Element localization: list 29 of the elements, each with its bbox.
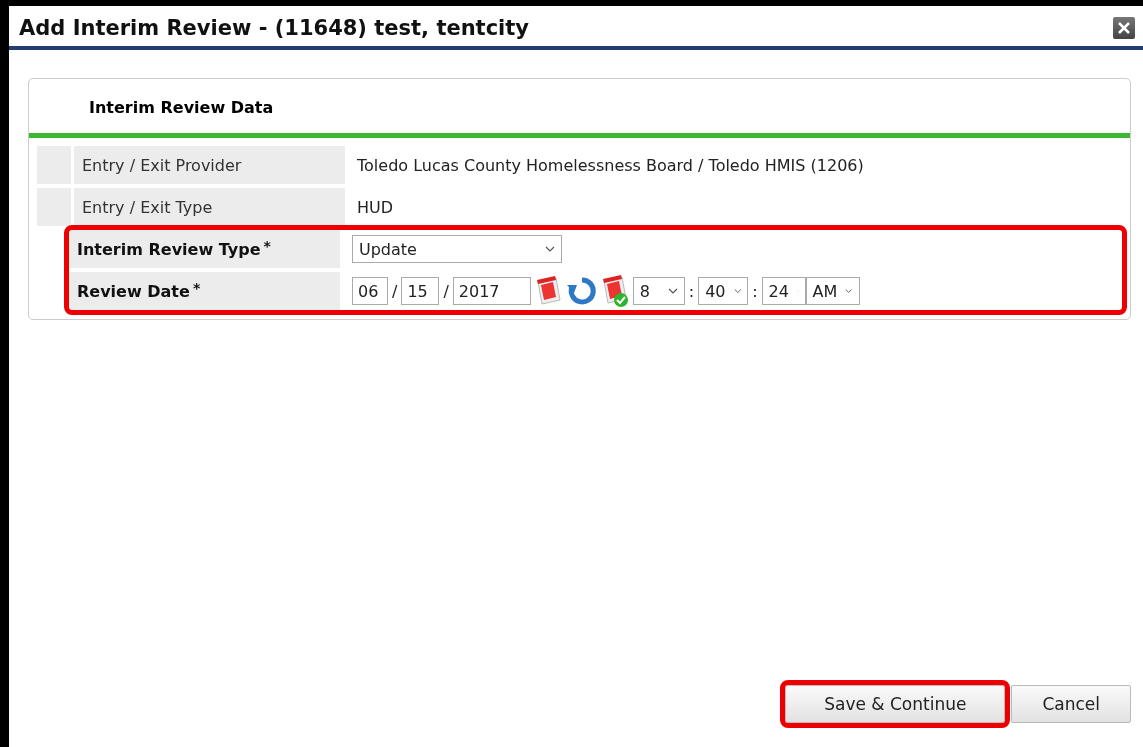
time-separator: : [688,281,695,301]
row-gutter [37,188,71,226]
close-button[interactable] [1113,17,1135,39]
calendar-icon[interactable] [534,276,563,306]
date-separator: / [443,281,449,301]
calendar-check-icon[interactable] [600,275,629,307]
minute-dropdown[interactable]: 40 [698,277,749,305]
second-dropdown[interactable]: 24 [761,277,806,305]
required-mark: * [263,238,271,254]
ampm-dropdown[interactable]: AM [805,277,860,305]
close-icon [1118,22,1130,34]
label-text: Entry / Exit Type [82,197,213,217]
field-value: HUD [357,197,394,217]
label-text: Review Date [77,281,190,301]
date-separator: / [392,281,398,301]
day-field[interactable]: 15 [401,277,440,305]
required-mark: * [192,280,201,296]
type-dropdown[interactable]: Update [352,235,562,263]
time-separator: : [752,281,758,301]
label-text: Interim Review Type [77,239,261,259]
refresh-icon[interactable] [566,276,597,306]
year-field[interactable]: 2017 [452,277,531,305]
section-title: Interim Review Data [29,79,1130,138]
cancel-button[interactable]: Cancel [1011,685,1131,723]
window-title: Add Interim Review - (11648) test, tentcity [19,16,530,40]
hour-dropdown[interactable]: 8 [632,277,685,305]
field-value: Toledo Lucas County Homelessness Board / Toledo HMIS (1206) [357,155,864,175]
month-field[interactable]: 06 [352,277,388,305]
label-text: Entry / Exit Provider [82,155,242,175]
